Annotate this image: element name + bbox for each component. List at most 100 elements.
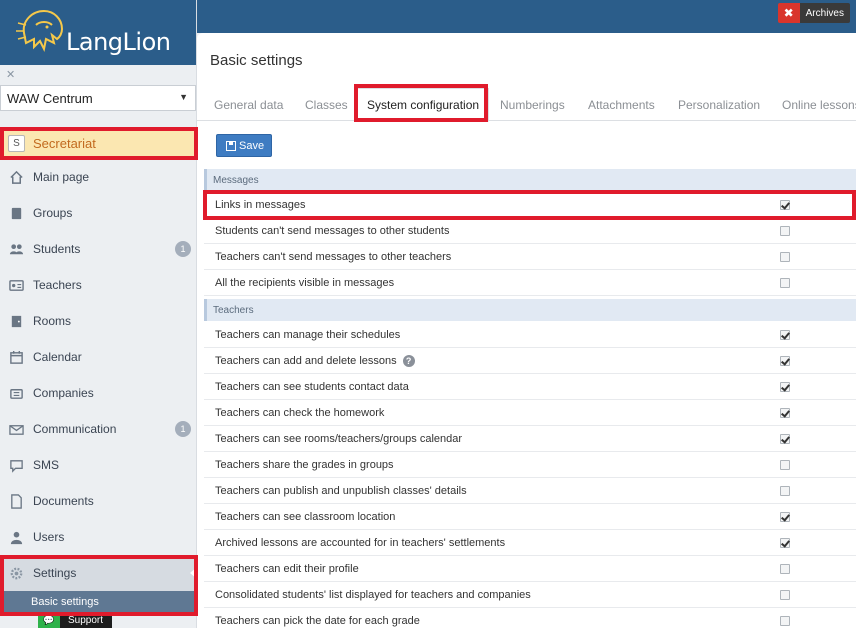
sidebar-item-companies[interactable]: Companies — [0, 375, 197, 411]
sidebar-item-label: Documents — [33, 494, 94, 508]
setting-label: Teachers can see students contact data — [215, 380, 409, 393]
setting-checkbox[interactable] — [780, 616, 790, 626]
users-icon — [8, 241, 24, 257]
setting-row: Teachers can edit their profile — [204, 556, 856, 582]
students-count-badge: 1 — [175, 241, 191, 257]
setting-checkbox[interactable] — [780, 408, 790, 418]
setting-checkbox[interactable] — [780, 460, 790, 470]
sidebar-item-label: Companies — [33, 386, 94, 400]
archives-label: Archives — [799, 3, 850, 23]
setting-label: Teachers share the grades in groups — [215, 458, 394, 471]
setting-label: Teachers can check the homework — [215, 406, 385, 419]
sidebar-item-communication[interactable]: Communication 1 — [0, 411, 197, 447]
save-button[interactable]: Save — [216, 134, 272, 157]
section-header-teachers: Teachers — [204, 299, 856, 321]
close-icon: ✖ — [777, 3, 800, 23]
book-icon — [8, 205, 24, 221]
sidebar-item-sms[interactable]: SMS — [0, 447, 197, 483]
main-panel: Basic settings General data Classes Syst… — [197, 33, 856, 628]
sidebar-item-groups[interactable]: Groups — [0, 195, 197, 231]
logo[interactable]: LangLion — [0, 0, 196, 65]
highlight-settings — [0, 555, 198, 616]
setting-checkbox[interactable] — [780, 538, 790, 548]
setting-row: Consolidated students' list displayed fo… — [204, 582, 856, 608]
setting-row: Teachers can manage their schedules — [204, 322, 856, 348]
caret-down-icon: ▼ — [179, 92, 188, 102]
setting-checkbox[interactable] — [780, 356, 790, 366]
sidebar-item-label: Users — [33, 530, 65, 544]
setting-label: Teachers can pick the date for each grad… — [215, 614, 420, 627]
help-icon[interactable]: ? — [402, 354, 415, 367]
setting-checkbox[interactable] — [780, 226, 790, 236]
sidebar-item-main-page[interactable]: Main page — [0, 159, 197, 195]
sidebar-item-label: SMS — [33, 458, 60, 472]
tab-online-lessons[interactable]: Online lessons — [782, 88, 856, 121]
setting-checkbox[interactable] — [780, 434, 790, 444]
setting-row: Teachers can pick the date for each grad… — [204, 608, 856, 628]
setting-label: Teachers can manage their schedules — [215, 328, 401, 341]
setting-row: Teachers can publish and unpublish class… — [204, 478, 856, 504]
setting-row: Teachers can see students contact data — [204, 374, 856, 400]
sidebar-item-calendar[interactable]: Calendar — [0, 339, 197, 375]
logo-text: LangLion — [66, 28, 171, 56]
setting-checkbox[interactable] — [780, 252, 790, 262]
sidebar-item-label: Main page — [33, 170, 90, 184]
setting-label: Teachers can edit their profile — [215, 562, 359, 575]
sidebar-item-students[interactable]: Students 1 — [0, 231, 197, 267]
setting-checkbox[interactable] — [780, 564, 790, 574]
pin-icon[interactable]: ✕ — [6, 68, 15, 81]
save-button-label: Save — [239, 139, 265, 152]
sidebar-item-label: Students — [33, 242, 81, 256]
setting-checkbox[interactable] — [780, 382, 790, 392]
setting-row: Teachers can't send messages to other te… — [204, 244, 856, 270]
tab-attachments[interactable]: Attachments — [588, 88, 655, 121]
sidebar-item-label: Teachers — [33, 278, 82, 292]
highlight-links-in-messages — [203, 190, 856, 220]
setting-checkbox[interactable] — [780, 330, 790, 340]
calendar-icon — [8, 349, 24, 365]
page-title: Basic settings — [210, 52, 303, 69]
setting-label: All the recipients visible in messages — [215, 276, 395, 289]
tab-numberings[interactable]: Numberings — [500, 88, 565, 121]
envelope-icon — [8, 421, 24, 437]
highlight-system-configuration-tab — [354, 84, 488, 122]
sidebar-item-users[interactable]: Users — [0, 519, 197, 555]
sidebar-item-label: Rooms — [33, 314, 72, 328]
setting-label: Archived lessons are accounted for in te… — [215, 536, 506, 549]
setting-checkbox[interactable] — [780, 278, 790, 288]
settings-tabs: General data Classes System configuratio… — [197, 88, 856, 122]
archives-button[interactable]: ✖ Archives — [777, 3, 850, 23]
setting-label: Teachers can add and delete lessons — [215, 354, 397, 367]
setting-label: Teachers can see classroom location — [215, 510, 396, 523]
setting-row: All the recipients visible in messages — [204, 270, 856, 296]
document-icon — [8, 493, 24, 509]
sidebar-item-documents[interactable]: Documents — [0, 483, 197, 519]
door-icon — [8, 313, 24, 329]
setting-checkbox[interactable] — [780, 590, 790, 600]
sidebar-item-rooms[interactable]: Rooms — [0, 303, 197, 339]
setting-row: Teachers share the grades in groups — [204, 452, 856, 478]
setting-row: Students can't send messages to other st… — [204, 218, 856, 244]
lion-logo-icon — [16, 9, 64, 53]
communication-count-badge: 1 — [175, 421, 191, 437]
home-icon — [8, 169, 24, 185]
tab-general-data[interactable]: General data — [214, 88, 283, 121]
tab-personalization[interactable]: Personalization — [678, 88, 760, 121]
highlight-secretariat — [0, 127, 198, 160]
sidebar-nav: Main page Groups Students 1 Teachers Roo… — [0, 159, 197, 613]
sidebar-item-teachers[interactable]: Teachers — [0, 267, 197, 303]
id-card-icon — [8, 277, 24, 293]
branch-select-value: WAW Centrum — [7, 90, 93, 106]
tab-classes[interactable]: Classes — [305, 88, 348, 121]
sidebar-item-label: Communication — [33, 422, 117, 436]
setting-checkbox[interactable] — [780, 512, 790, 522]
sidebar-item-label: Calendar — [33, 350, 82, 364]
setting-row: Teachers can check the homework — [204, 400, 856, 426]
chat-icon — [8, 457, 24, 473]
user-icon — [8, 529, 24, 545]
setting-label: Teachers can see rooms/teachers/groups c… — [215, 432, 463, 445]
setting-checkbox[interactable] — [780, 486, 790, 496]
setting-row: Teachers can see rooms/teachers/groups c… — [204, 426, 856, 452]
branch-select[interactable]: WAW Centrum ▼ — [0, 85, 196, 111]
building-icon — [8, 385, 24, 401]
